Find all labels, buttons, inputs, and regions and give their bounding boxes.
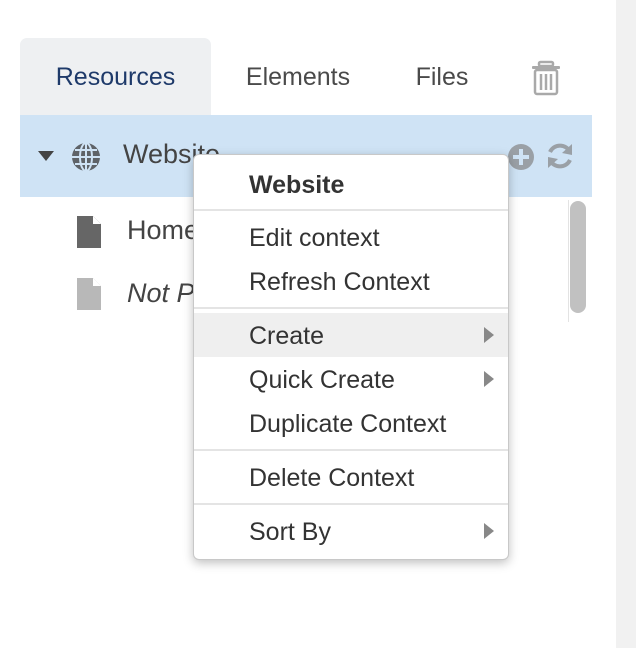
tree-item-home[interactable]: Home <box>127 215 199 246</box>
menu-item-label: Sort By <box>249 518 331 546</box>
menu-item-delete-context[interactable]: Delete Context <box>194 455 508 499</box>
menu-divider <box>194 449 508 451</box>
tab-elements[interactable]: Elements <box>220 38 376 116</box>
menu-item-edit-context[interactable]: Edit context <box>194 215 508 259</box>
chevron-right-icon <box>484 327 494 343</box>
menu-divider <box>194 307 508 309</box>
menu-item-duplicate-context[interactable]: Duplicate Context <box>194 401 508 445</box>
menu-item-quick-create[interactable]: Quick Create <box>194 357 508 401</box>
menu-item-label: Refresh Context <box>249 268 430 296</box>
plus-circle-icon[interactable] <box>506 142 536 172</box>
menu-item-refresh-context[interactable]: Refresh Context <box>194 259 508 303</box>
document-icon <box>77 216 101 248</box>
menu-item-label: Edit context <box>249 224 380 252</box>
menu-item-label: Quick Create <box>249 366 395 394</box>
document-icon <box>77 278 101 310</box>
context-menu: Website Edit context Refresh Context Cre… <box>193 154 509 560</box>
tree-item-unpublished[interactable]: Not P <box>127 278 195 309</box>
resource-tabs: Resources Elements Files <box>20 38 592 116</box>
tab-resources[interactable]: Resources <box>20 38 211 116</box>
menu-item-label: Delete Context <box>249 464 415 492</box>
chevron-right-icon <box>484 371 494 387</box>
tab-files[interactable]: Files <box>394 38 490 116</box>
menu-divider <box>194 503 508 505</box>
menu-item-create[interactable]: Create <box>194 313 508 357</box>
trash-icon[interactable] <box>530 60 562 96</box>
menu-item-label: Create <box>249 322 325 350</box>
menu-item-label: Duplicate Context <box>249 410 447 438</box>
menu-divider <box>194 209 508 211</box>
tab-elements-label: Elements <box>245 62 351 91</box>
refresh-icon[interactable] <box>544 140 576 172</box>
globe-icon <box>72 142 100 172</box>
tab-files-label: Files <box>415 62 469 91</box>
window-edge <box>616 0 636 648</box>
tab-resources-label: Resources <box>55 62 176 91</box>
context-menu-title: Website <box>249 171 345 199</box>
chevron-right-icon <box>484 523 494 539</box>
caret-down-icon[interactable] <box>38 150 54 162</box>
menu-item-sort-by[interactable]: Sort By <box>194 509 508 553</box>
tree-scrollbar-thumb[interactable] <box>570 201 586 313</box>
